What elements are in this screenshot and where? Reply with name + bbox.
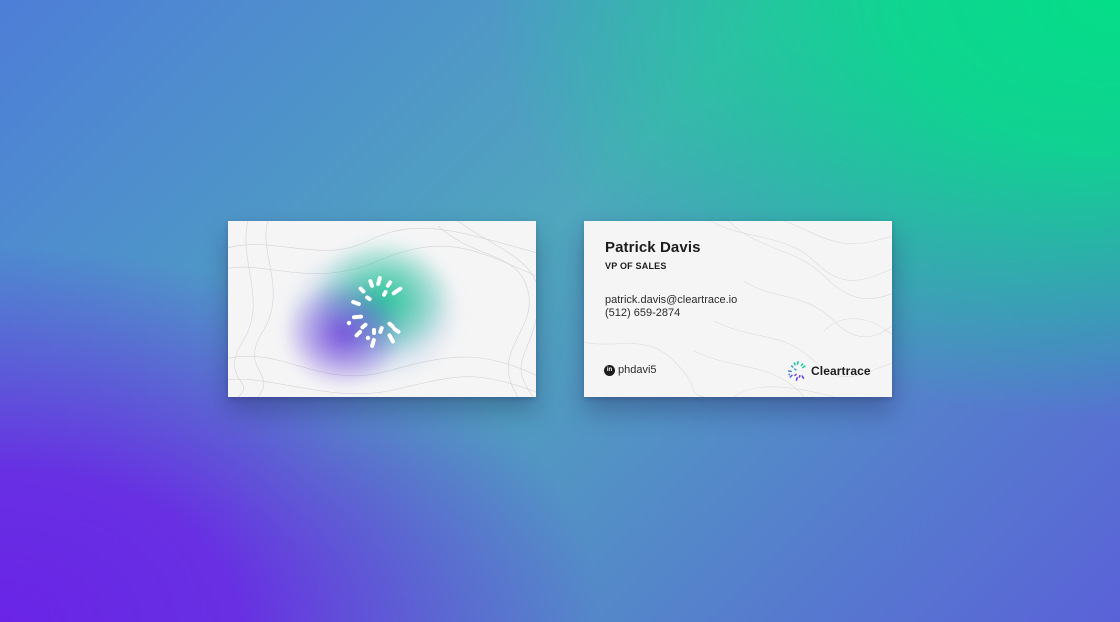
phone-number: (512) 659-2874 [605, 307, 681, 319]
brand-lockup: Cleartrace [788, 360, 871, 382]
email-address: patrick.davis@cleartrace.io [605, 294, 738, 306]
linkedin-icon: in [604, 364, 615, 376]
contact-name: Patrick Davis [605, 239, 701, 256]
linkedin-handle-row: in phdavi5 [604, 364, 657, 376]
cleartrace-logo-icon [346, 276, 403, 348]
job-title: VP OF SALES [605, 261, 667, 271]
linkedin-handle: phdavi5 [618, 364, 657, 376]
brand-name: Cleartrace [811, 364, 871, 378]
business-card-front [228, 221, 536, 397]
business-card-back: Patrick Davis VP OF SALES patrick.davis@… [584, 221, 892, 397]
cleartrace-logo-icon [788, 360, 806, 381]
